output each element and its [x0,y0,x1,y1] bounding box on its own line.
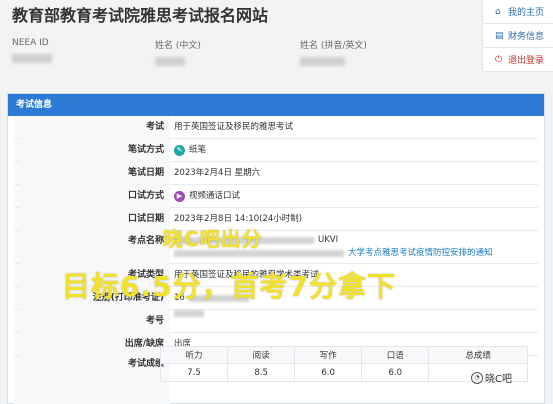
row-value-wrap: ✎ 纸笔 [174,139,206,162]
score-listening: 7.5 [159,363,229,382]
row-written-mode: 笔试方式 ✎ 纸笔 [14,139,538,162]
nav-my-homepage-label: 我的主页 [508,8,545,18]
nav-logout[interactable]: ⏻ 退出登录 [483,48,553,72]
row-value: 纸笔 [189,145,207,155]
row-label: 考试 [20,116,170,139]
score-header: 写作 [294,346,363,364]
score-header: 口语 [361,346,430,364]
right-nav: ⌂ 我的主页 ▤ 财务信息 ⏻ 退出登录 [482,0,553,72]
overlay-caption-line1: 晓C吧出分 [163,227,263,251]
home-icon: ⌂ [495,6,501,17]
score-speaking: 6.0 [361,363,430,382]
row-speaking-date: 口试日期 2023年2月8日 14:10(24小时制) [14,208,538,231]
score-header: 听力 [159,346,229,364]
watermark-text: 晓C吧 [485,374,512,385]
score-header: 阅读 [227,346,296,364]
score-reading: 8.5 [227,363,296,382]
name-en-label: 姓名 (拼音/英文) [300,41,367,51]
row-value: 用于英国签证及移民的雅思考试 [174,122,294,132]
score-writing: 6.0 [294,363,363,382]
row-speaking-mode: 口试方式 ▶ 视频通话口试 [14,185,538,208]
row-label: 笔试方式 [20,139,170,162]
row-label: 出席/缺席 [20,333,170,356]
nav-my-homepage[interactable]: ⌂ 我的主页 [483,0,553,24]
row-value-wrap [174,310,204,317]
row-candidate-number: 考号 [14,310,538,333]
candidate-number-redacted [174,310,204,317]
overlay-caption-line2: 目标6.5分，首考7分拿下 [62,270,397,303]
name-en-value-redacted [300,57,345,66]
row-label: 笔试日期 [20,162,170,185]
video-icon: ▶ [174,191,185,202]
name-en-field: 姓名 (拼音/英文) [300,38,367,66]
score-header: 总成绩 [428,346,528,364]
neea-id-value-redacted [12,54,52,63]
row-label: 口试方式 [20,185,170,208]
name-cn-field: 姓名 (中文) [155,38,201,66]
venue-notice-link[interactable]: 大学考点雅思考试疫情防控安排的通知 [348,247,493,260]
wechat-logo-icon: ◔ [471,371,483,384]
row-written-date: 笔试日期 2023年2月4日 星期六 [14,162,538,185]
row-label: 考试成绩 [20,356,170,372]
row-value: 2023年2月4日 星期六 [174,168,261,178]
power-icon: ⏻ [495,54,503,65]
row-label: 口试日期 [20,208,170,231]
site-title: 教育部教育考试院雅思考试报名网站 [12,6,269,25]
row-value-wrap: ▶ 视频通话口试 [174,185,240,208]
nav-logout-label: 退出登录 [508,56,545,66]
wallet-icon: ▤ [495,30,504,41]
nav-finance-info-label: 财务信息 [508,32,545,42]
neea-id-field: NEEA ID [12,38,52,63]
score-header-row: 听力 阅读 写作 口语 总成绩 [159,346,528,364]
row-exam: 考试 用于英国签证及移民的雅思考试 [14,116,538,139]
venue-suffix: UKVI [318,235,339,245]
candidate-info-row: NEEA ID 姓名 (中文) 姓名 (拼音/英文) [12,38,472,78]
nav-finance-info[interactable]: ▤ 财务信息 [483,24,553,48]
row-label: 考号 [20,310,170,333]
name-cn-label: 姓名 (中文) [155,41,201,51]
row-label: 考点名称 [20,231,170,264]
pencil-icon: ✎ [174,145,185,156]
neea-id-label: NEEA ID [12,38,49,48]
row-value: 视频通话口试 [189,191,241,201]
row-venue: 考点名称 UKVI 大学考点雅思考试疫情防控安排的通知 [14,231,538,264]
name-cn-value-redacted [155,57,185,66]
panel-title: 考试信息 [8,94,544,116]
watermark: ◔ 晓C吧 [471,370,512,385]
